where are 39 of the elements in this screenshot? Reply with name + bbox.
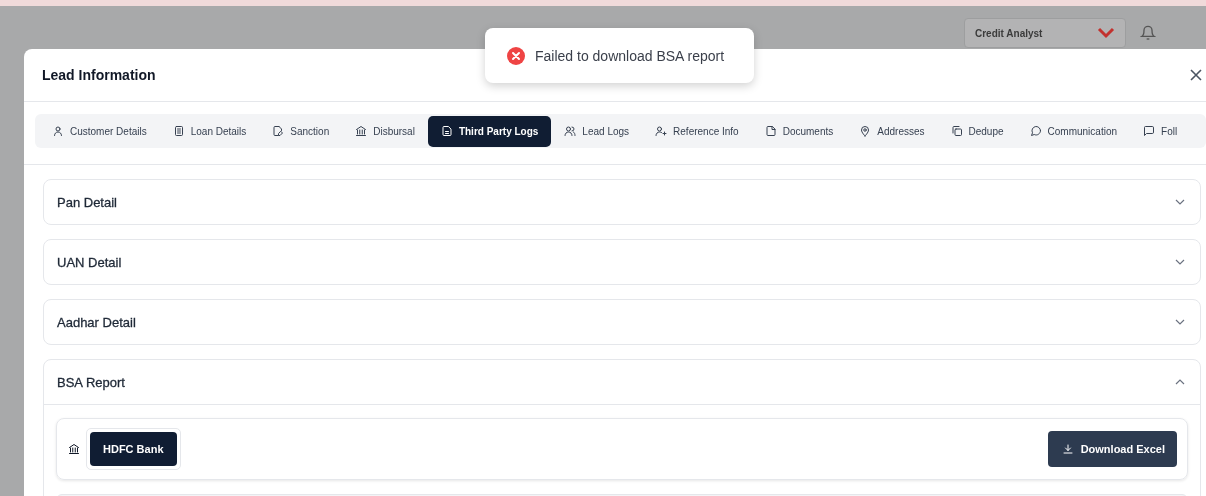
copy-icon <box>950 125 963 137</box>
bank-icon <box>355 125 368 137</box>
section-title[interactable]: UAN Detail <box>57 254 122 270</box>
tab[interactable]: Addresses <box>846 115 938 147</box>
tab[interactable]: Customer Details <box>39 115 160 147</box>
document-icon <box>764 125 777 137</box>
close-icon[interactable] <box>1190 69 1202 81</box>
tab[interactable]: Reference Info <box>642 115 752 147</box>
download-icon <box>1061 443 1074 455</box>
download-button[interactable]: Download Excel <box>1047 431 1177 467</box>
section-title[interactable]: BSA Report <box>57 374 125 390</box>
role-select[interactable]: Credit Analyst <box>964 18 1126 48</box>
error-icon <box>507 46 525 65</box>
tab[interactable]: Sanction <box>259 115 343 147</box>
section-title[interactable]: Pan Detail <box>57 194 117 210</box>
tab[interactable]: Documents <box>751 115 847 147</box>
toast-message: Failed to download BSA report <box>535 47 725 64</box>
message-icon <box>1143 125 1156 137</box>
people-icon <box>564 125 577 137</box>
bank-icon <box>68 443 80 455</box>
tab[interactable]: Communication <box>1016 115 1131 147</box>
tab[interactable]: Third Party Logs <box>427 115 552 147</box>
tab[interactable]: Dedupe <box>937 115 1017 147</box>
section-title[interactable]: Aadhar Detail <box>57 314 136 330</box>
document-icon <box>440 125 453 137</box>
signed-document-icon <box>272 125 285 137</box>
bell-icon[interactable] <box>1140 25 1156 41</box>
bank-tab[interactable]: HDFC Bank <box>90 432 177 466</box>
add-person-icon <box>655 125 668 137</box>
location-pin-icon <box>859 125 872 137</box>
speech-bubble-icon <box>1029 125 1042 137</box>
tab[interactable]: Disbursal <box>342 115 428 147</box>
tab[interactable]: Loan Details <box>159 115 260 147</box>
tab[interactable]: Lead Logs <box>551 115 643 147</box>
receipt-icon <box>172 125 185 137</box>
chevron-down-icon <box>1097 27 1115 39</box>
person-icon <box>52 125 64 137</box>
tab[interactable]: Foll <box>1130 115 1191 147</box>
modal-title: Lead Information <box>42 67 156 83</box>
